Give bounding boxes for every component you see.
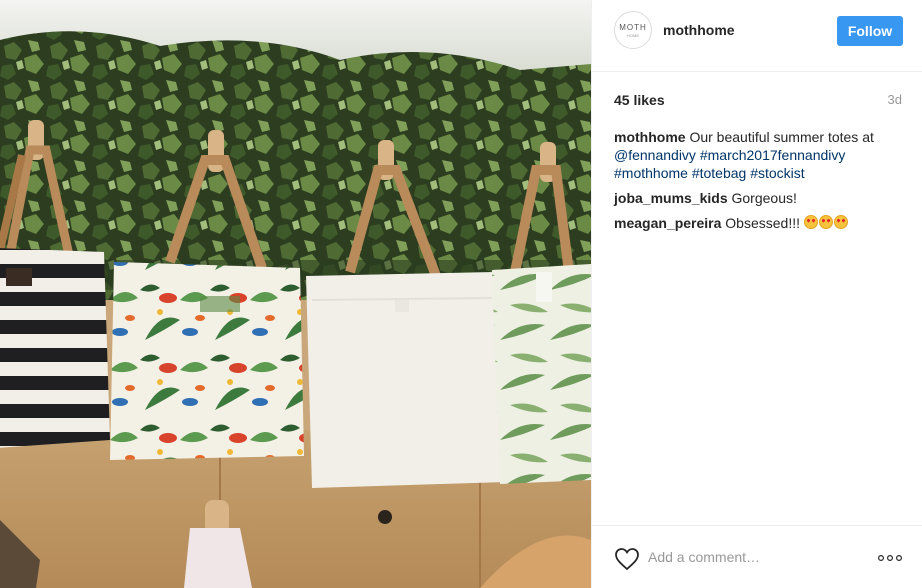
add-comment-input[interactable] xyxy=(648,544,848,570)
follow-button[interactable]: Follow xyxy=(837,16,903,46)
caption-username[interactable]: mothhome xyxy=(614,129,686,145)
post-time[interactable]: 3d xyxy=(888,92,902,107)
comment-text: Obsessed!!! xyxy=(725,215,800,231)
likes-count[interactable]: 45 likes xyxy=(614,92,665,108)
comment-username[interactable]: joba_mums_kids xyxy=(614,190,728,206)
comment-item: joba_mums_kids Gorgeous! xyxy=(614,189,904,207)
caption: mothhome Our beautiful summer totes at @… xyxy=(614,128,904,182)
avatar-logo-subtext: HOME xyxy=(627,33,639,38)
post-card: MOTH HOME mothhome Follow 45 likes 3d mo… xyxy=(0,0,922,588)
avatar-logo-text: MOTH xyxy=(619,23,647,32)
caption-text: Our beautiful summer totes at xyxy=(689,129,874,145)
heart-outline-icon[interactable] xyxy=(614,547,640,571)
hashtag-link[interactable]: #march2017fennandivy xyxy=(700,147,846,163)
post-details-panel: MOTH HOME mothhome Follow 45 likes 3d mo… xyxy=(591,0,922,588)
avatar[interactable]: MOTH HOME xyxy=(614,11,652,49)
hashtag-link[interactable]: #stockist xyxy=(750,165,804,181)
comment-item: meagan_pereira Obsessed!!! xyxy=(614,214,904,232)
more-options-icon[interactable] xyxy=(877,554,903,562)
username-link[interactable]: mothhome xyxy=(663,22,735,38)
mention-link[interactable]: @fennandivy xyxy=(614,147,696,163)
hashtag-link[interactable]: #mothhome xyxy=(614,165,688,181)
tote-bags-photo xyxy=(0,0,591,588)
post-header: MOTH HOME mothhome Follow xyxy=(592,0,922,72)
heart-eyes-emoji-icon xyxy=(803,215,818,229)
post-photo[interactable] xyxy=(0,0,591,588)
hashtag-link[interactable]: #totebag xyxy=(692,165,747,181)
comments-list: mothhome Our beautiful summer totes at @… xyxy=(614,128,904,239)
heart-eyes-emoji-icon xyxy=(818,215,833,229)
heart-eyes-emoji-icon xyxy=(833,215,848,229)
comment-footer xyxy=(592,525,922,588)
comment-text: Gorgeous! xyxy=(731,190,797,206)
comment-username[interactable]: meagan_pereira xyxy=(614,215,721,231)
